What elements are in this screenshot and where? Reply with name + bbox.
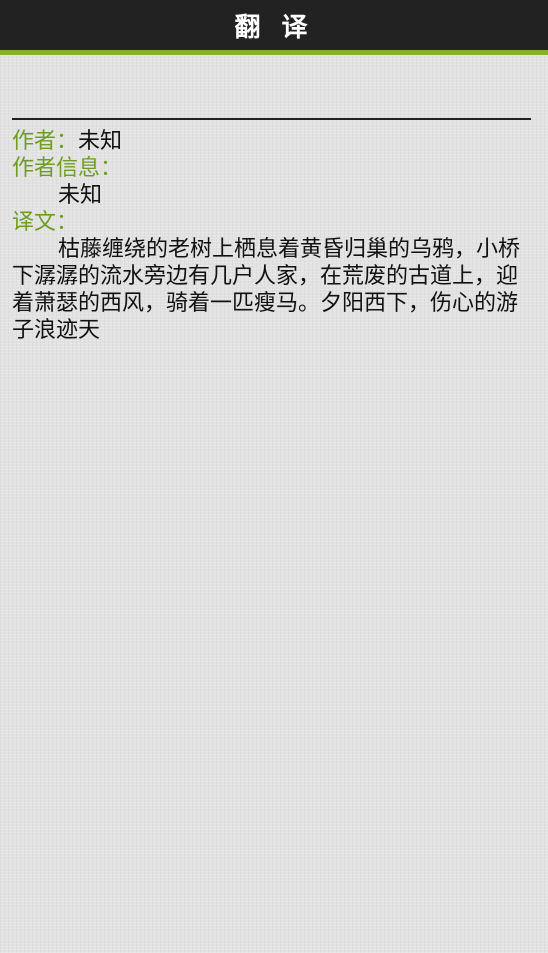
author-label: 作者： xyxy=(12,129,79,154)
author-row: 作者：未知 xyxy=(12,128,528,155)
author-info-label: 作者信息： xyxy=(12,156,123,181)
content-divider xyxy=(12,118,531,120)
title-bar: 翻 译 xyxy=(0,0,548,55)
author-info-value: 未知 xyxy=(58,183,103,208)
translation-screen: 翻 译 作者：未知 作者信息： 未知 译文： 枯藤缠绕的老树上栖息着黄昏归巢的乌… xyxy=(0,0,548,953)
translation-content: 作者：未知 作者信息： 未知 译文： 枯藤缠绕的老树上栖息着黄昏归巢的乌鸦，小桥… xyxy=(12,128,528,344)
translation-label: 译文： xyxy=(12,210,79,235)
page-title: 翻 译 xyxy=(234,12,314,43)
author-value: 未知 xyxy=(78,129,123,154)
translation-text: 枯藤缠绕的老树上栖息着黄昏归巢的乌鸦，小桥下潺潺的流水旁边有几户人家，在荒废的古… xyxy=(12,237,521,343)
